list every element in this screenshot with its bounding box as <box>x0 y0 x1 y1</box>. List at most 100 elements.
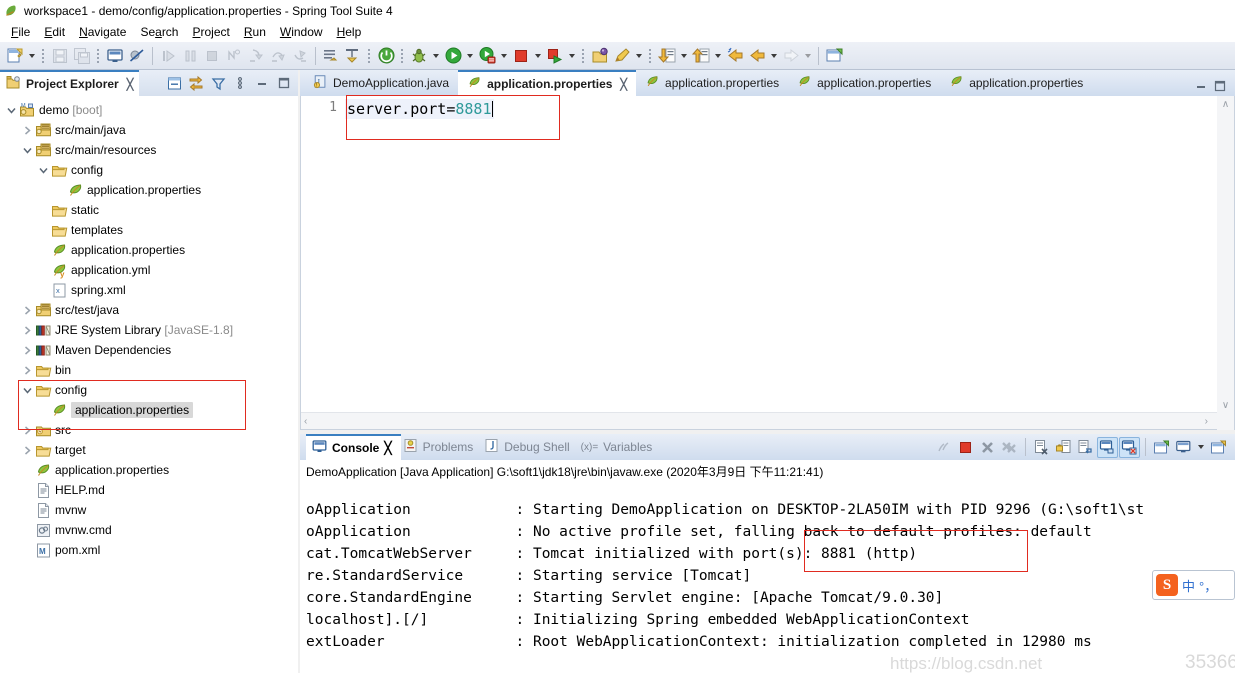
tab-variables[interactable]: (x)= Variables <box>579 434 662 460</box>
forward-icon[interactable] <box>780 45 802 67</box>
tab-project-explorer[interactable]: Project Explorer ╳ <box>0 70 140 96</box>
back-icon[interactable] <box>746 45 768 67</box>
tree-item-config[interactable]: config <box>0 380 298 400</box>
console-dropdown-icon[interactable] <box>1195 436 1207 458</box>
ime-punctuation-label[interactable]: °， <box>1199 576 1217 595</box>
chevron-right-icon[interactable] <box>20 360 34 380</box>
tree-item-maven-dependencies[interactable]: Maven Dependencies <box>0 340 298 360</box>
pin-console-icon[interactable] <box>1151 437 1172 458</box>
tree-item-src[interactable]: src <box>0 420 298 440</box>
toolbar-drag-handle-4[interactable] <box>400 47 405 65</box>
suspend-icon[interactable] <box>179 45 201 67</box>
toolbar-drag-handle-2[interactable] <box>96 47 101 65</box>
menu-run[interactable]: Run <box>237 23 273 41</box>
boot-dashboard-icon[interactable] <box>320 45 342 67</box>
menu-window[interactable]: Window <box>273 23 330 41</box>
menu-help[interactable]: Help <box>330 23 369 41</box>
tree-item-application-properties[interactable]: application.properties <box>0 180 298 200</box>
close-icon[interactable]: ╳ <box>620 78 627 91</box>
editor-horizontal-scrollbar[interactable]: ‹ › <box>301 412 1217 429</box>
tab-debug-shell[interactable]: Debug Shell <box>482 434 578 460</box>
minimize-icon[interactable] <box>252 73 272 93</box>
menu-navigate[interactable]: Navigate <box>72 23 133 41</box>
next-annotation-icon[interactable] <box>656 45 678 67</box>
tab-console[interactable]: Console ╳ <box>306 434 401 460</box>
remove-launch-icon[interactable] <box>977 437 998 458</box>
last-edit-location-icon[interactable] <box>724 45 746 67</box>
ime-floating-bar[interactable]: S 中 °， <box>1152 570 1235 600</box>
debug-icon[interactable] <box>408 45 430 67</box>
editor-tab-3[interactable]: application.properties <box>788 70 940 96</box>
view-menu-filter-icon[interactable] <box>208 73 228 93</box>
chevron-right-icon[interactable] <box>20 440 34 460</box>
run-icon[interactable] <box>442 45 464 67</box>
tree-item-src-main-java[interactable]: src/main/java <box>0 120 298 140</box>
previous-annotation-icon[interactable] <box>690 45 712 67</box>
scroll-up-icon[interactable]: ∧ <box>1217 96 1234 112</box>
terminate-icon[interactable] <box>201 45 223 67</box>
open-type-icon[interactable] <box>589 45 611 67</box>
chevron-right-icon[interactable] <box>20 420 34 440</box>
step-return-icon[interactable] <box>289 45 311 67</box>
skip-breakpoints-icon[interactable] <box>126 45 148 67</box>
back-dropdown-icon[interactable] <box>768 45 780 67</box>
close-icon[interactable]: ╳ <box>127 78 134 91</box>
new-window-icon[interactable] <box>823 45 845 67</box>
toolbar-drag-handle[interactable] <box>41 47 46 65</box>
show-console-on-error-icon[interactable] <box>1119 436 1140 458</box>
next-annotation-dropdown-icon[interactable] <box>678 45 690 67</box>
step-over-icon[interactable] <box>267 45 289 67</box>
tree-item-templates[interactable]: templates <box>0 220 298 240</box>
tree-item-spring-xml[interactable]: x spring.xml <box>0 280 298 300</box>
chevron-right-icon[interactable] <box>20 320 34 340</box>
tree-item-help-md[interactable]: HELP.md <box>0 480 298 500</box>
editor-body[interactable]: 1 server.port=8881 ∧ ∨ ‹ › <box>300 95 1235 430</box>
scroll-right-icon[interactable]: › <box>1205 416 1208 427</box>
run-as-server-dropdown-icon[interactable] <box>498 45 510 67</box>
run-as-server-icon[interactable] <box>476 45 498 67</box>
previous-annotation-dropdown-icon[interactable] <box>712 45 724 67</box>
tree-item-static[interactable]: static <box>0 200 298 220</box>
relaunch-icon[interactable] <box>544 45 566 67</box>
ime-mode-label[interactable]: 中 <box>1182 576 1195 595</box>
menu-search[interactable]: Search <box>133 23 185 41</box>
tree-item-jre-system-library[interactable]: JRE System Library [JavaSE-1.8] <box>0 320 298 340</box>
word-wrap-icon[interactable] <box>1075 437 1096 458</box>
editor-tab-1[interactable]: application.properties ╳ <box>458 70 637 96</box>
minimize-icon[interactable] <box>1195 80 1208 96</box>
tree-item-config[interactable]: config <box>0 160 298 180</box>
save-icon[interactable] <box>49 45 71 67</box>
scroll-left-icon[interactable]: ‹ <box>304 416 307 427</box>
spring-boot-icon[interactable] <box>375 45 397 67</box>
open-console-icon[interactable] <box>1208 437 1229 458</box>
toolbar-drag-handle-5[interactable] <box>581 47 586 65</box>
code-line-1[interactable]: server.port=8881 <box>345 99 494 119</box>
tree-item-src-main-resources[interactable]: src/main/resources <box>0 140 298 160</box>
tab-problems[interactable]: Problems <box>401 434 483 460</box>
tree-item-mvnw-cmd[interactable]: mvnw.cmd <box>0 520 298 540</box>
save-all-icon[interactable] <box>71 45 93 67</box>
search-brush-icon[interactable] <box>611 45 633 67</box>
toolbar-drag-handle-6[interactable] <box>648 47 653 65</box>
step-into-icon[interactable] <box>245 45 267 67</box>
chevron-down-icon[interactable] <box>20 380 34 400</box>
debug-dropdown-icon[interactable] <box>430 45 442 67</box>
editor-vertical-scrollbar[interactable]: ∧ ∨ <box>1217 96 1234 430</box>
toolbar-drag-handle-3[interactable] <box>367 47 372 65</box>
forward-dropdown-icon[interactable] <box>802 45 814 67</box>
stop-dropdown-icon[interactable] <box>532 45 544 67</box>
tree-item-demo[interactable]: M demo [boot] <box>0 100 298 120</box>
editor-tab-0[interactable]: J ! DemoApplication.java <box>304 70 458 96</box>
new-wizard-dropdown-icon[interactable] <box>26 45 38 67</box>
relaunch-dropdown-icon[interactable] <box>566 45 578 67</box>
editor-tab-2[interactable]: application.properties <box>636 70 788 96</box>
show-console-on-output-icon[interactable] <box>1097 436 1118 458</box>
tree-item-pom-xml[interactable]: Mpom.xml <box>0 540 298 560</box>
chevron-right-icon[interactable] <box>20 120 34 140</box>
tree-item-src-test-java[interactable]: src/test/java <box>0 300 298 320</box>
link-with-editor-icon[interactable] <box>186 73 206 93</box>
terminate-icon[interactable] <box>955 437 976 458</box>
menu-project[interactable]: Project <box>185 23 236 41</box>
menu-edit[interactable]: Edit <box>37 23 72 41</box>
maximize-icon[interactable] <box>274 73 294 93</box>
